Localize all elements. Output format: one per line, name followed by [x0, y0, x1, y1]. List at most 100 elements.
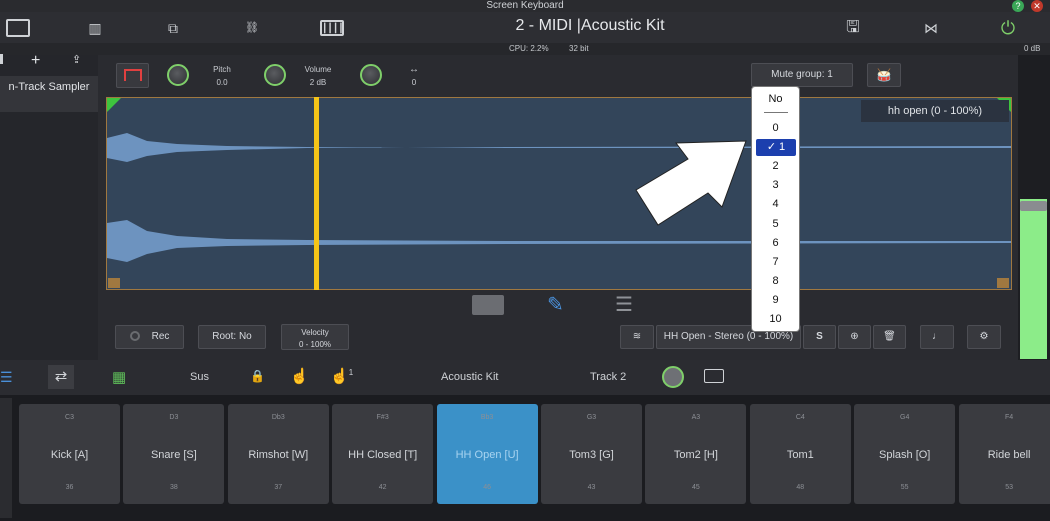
pad-num: 42 [378, 484, 387, 491]
drum-pad[interactable]: D3 Snare [S] 38 [123, 404, 225, 504]
pan-value: 0 [411, 78, 417, 87]
swap-icon[interactable]: ⇄ [48, 365, 74, 389]
pads-grid-icon[interactable]: ▦ [112, 368, 126, 386]
pan-knob[interactable] [360, 64, 382, 86]
sustain-label[interactable]: Sus [190, 371, 209, 383]
latch-icon[interactable]: ☝1 [330, 367, 353, 385]
help-icon[interactable]: ? [1012, 0, 1024, 12]
pad-name: Snare [S] [150, 449, 197, 461]
mute-option[interactable]: 9 [752, 292, 799, 309]
link-icon[interactable]: ⛓ [245, 17, 259, 39]
add-instrument-button[interactable]: + [31, 52, 40, 70]
pad-note: F4 [1005, 414, 1014, 421]
mute-option[interactable]: ✓ 1 [756, 139, 796, 157]
power-icon[interactable]: ⏻ [997, 17, 1019, 39]
drum-pad[interactable]: C4 Tom1 48 [749, 404, 851, 504]
pad-note: D3 [169, 414, 179, 421]
add-layer-icon[interactable]: ⊕ [838, 325, 871, 349]
mute-option[interactable]: 2 [752, 158, 799, 175]
latch-count: 1 [348, 368, 354, 377]
record-icon [129, 331, 140, 342]
sidebar-item-sampler[interactable]: n-Track Sampler [0, 76, 98, 112]
pad-name: HH Closed [T] [348, 449, 418, 461]
record-knob[interactable] [662, 366, 684, 388]
pad-num: 53 [1005, 484, 1013, 491]
instrument-label: n-Track Sampler [8, 81, 90, 93]
playhead[interactable] [314, 97, 320, 290]
waveform-display[interactable]: hh open (0 - 100%) [106, 97, 1012, 290]
volume-knob[interactable] [264, 64, 286, 86]
rec-button[interactable]: Rec [115, 325, 184, 349]
delete-layer-icon[interactable]: 🗑 [873, 325, 906, 349]
panel-toggle-icon[interactable] [6, 19, 30, 37]
meter-fader-handle[interactable] [1020, 201, 1047, 211]
waveform-graphic [107, 98, 1011, 288]
pad-note: C4 [795, 414, 805, 421]
mute-option[interactable]: 10 [752, 311, 799, 328]
drum-pad[interactable]: Bb3 HH Open [U] 46 [436, 404, 538, 504]
drum-pad[interactable]: G4 Splash [O] 55 [854, 404, 956, 504]
pad-note: Bb3 [480, 414, 494, 421]
pad-name: Kick [A] [50, 449, 89, 461]
solo-button[interactable]: S [803, 325, 836, 349]
track-name: Track 2 [590, 371, 627, 383]
velocity-value: 0 - 100% [298, 340, 332, 349]
drum-pad[interactable]: F#3 HH Closed [T] 42 [332, 404, 434, 504]
pad-note: C3 [65, 414, 74, 421]
note-settings-icon[interactable]: ♩ [920, 325, 954, 349]
pad-num: 45 [691, 484, 700, 491]
export-icon[interactable]: ⇪ [72, 53, 81, 66]
pad-num: 43 [587, 484, 596, 491]
velocity-button[interactable]: Velocity 0 - 100% [281, 324, 349, 350]
pad-name: HH Open [U] [455, 449, 519, 461]
tune-knob[interactable] [167, 64, 189, 86]
routing-icon[interactable]: ⋈ [918, 17, 944, 39]
mute-option[interactable]: 0 [752, 120, 799, 137]
drum-pad[interactable]: Db3 Rimshot [W] 37 [227, 404, 329, 504]
mute-group-dropdown[interactable]: Mute group: 1 [751, 63, 853, 87]
drum-pad[interactable]: A3 Tom2 [H] 45 [645, 404, 747, 504]
mute-group-menu: No 0 ✓ 1 2 3 4 5 6 7 8 9 10 [751, 86, 800, 332]
piano-icon[interactable]: ┃┃┃┃ [320, 20, 344, 36]
layers-icon[interactable]: ≋ [620, 325, 654, 349]
check-icon: ✓ [766, 141, 777, 154]
mute-option[interactable]: 6 [752, 235, 799, 252]
pad-name: Rimshot [W] [248, 449, 309, 461]
pad-note: G4 [900, 414, 910, 421]
mute-option[interactable]: 8 [752, 273, 799, 290]
pad-note: Db3 [271, 414, 285, 421]
keyboard-mode-icon[interactable] [472, 295, 504, 315]
drum-pad[interactable]: F4 Ride bell 53 [958, 404, 1050, 504]
window-title: Screen Keyboard [0, 0, 1050, 12]
pad-name: Tom1 [786, 449, 814, 461]
menu-icon[interactable]: ☰ [0, 369, 13, 385]
layout-icon[interactable]: ⧉ [162, 17, 184, 39]
mute-option[interactable]: 4 [752, 196, 799, 213]
mute-option-none[interactable]: No [752, 91, 799, 108]
root-button[interactable]: Root: No [198, 325, 266, 349]
touch-icon[interactable]: ☝ [290, 367, 309, 385]
settings-gear-icon[interactable]: ⚙ [967, 325, 1001, 349]
pads-toolbar: ☰ ⇄ ▦ Sus 🔒 ☝ ☝1 Acoustic Kit Track 2 [0, 360, 1050, 395]
lock-icon[interactable]: 🔒 [250, 369, 265, 383]
level-meter [1018, 55, 1050, 360]
drum-pad[interactable]: C3 Kick [A] 36 [19, 404, 120, 504]
close-icon[interactable]: ✕ [1031, 0, 1043, 12]
computer-keyboard-icon[interactable] [704, 369, 724, 383]
equalizer-icon[interactable]: ☰ [615, 292, 633, 317]
drum-pad[interactable]: G3 Tom3 [G] 43 [541, 404, 642, 504]
pad-num: 37 [274, 484, 283, 491]
loop-button[interactable] [116, 63, 149, 88]
mute-option[interactable]: 5 [752, 216, 799, 233]
pad-name: Tom2 [H] [673, 449, 718, 461]
keyboard-strip [0, 398, 12, 518]
drum-settings-icon[interactable]: 🥁 [867, 63, 901, 87]
trash-icon[interactable] [0, 54, 3, 64]
pad-note: F#3 [376, 414, 389, 421]
pencil-icon[interactable]: ✎ [547, 292, 564, 317]
waveform-icon[interactable]: ▥ [84, 17, 106, 39]
status-bar: CPU: 2.2% 32 bit 0 dB [0, 43, 1050, 55]
mute-option[interactable]: 7 [752, 254, 799, 271]
save-icon[interactable]: 🖫 [843, 17, 863, 39]
mute-option[interactable]: 3 [752, 177, 799, 194]
